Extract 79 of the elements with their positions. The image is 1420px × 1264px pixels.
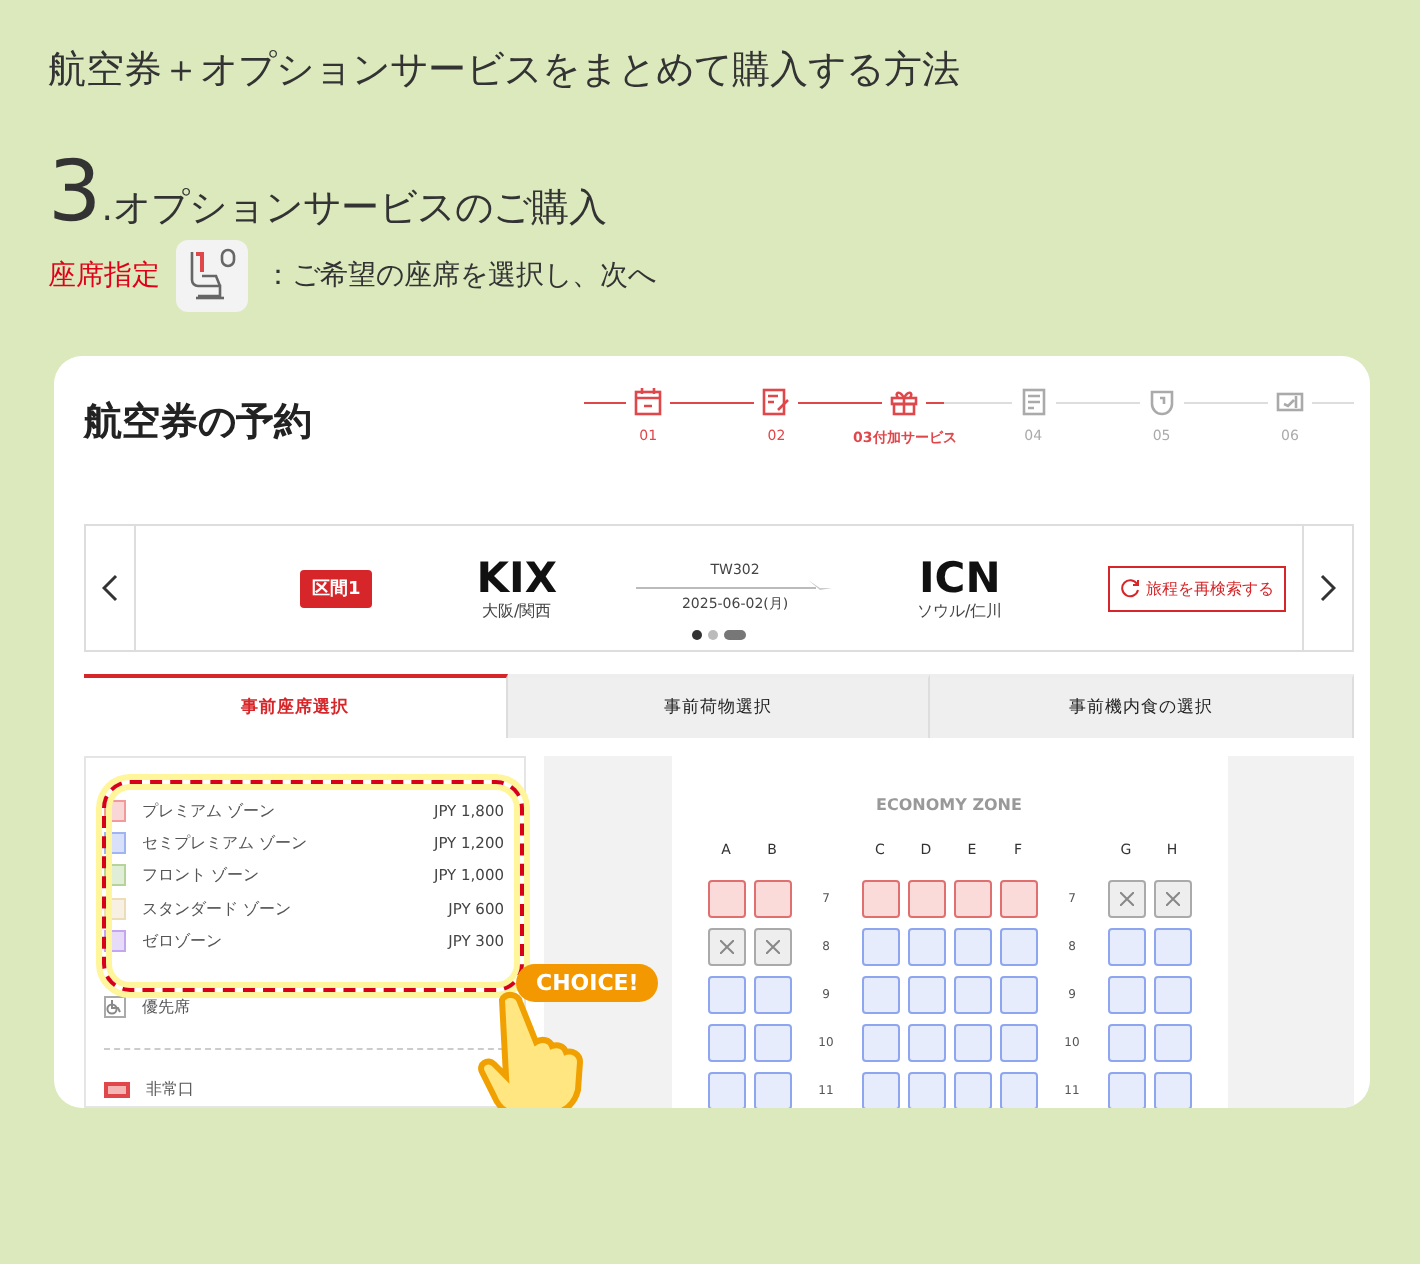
seat[interactable]: [1107, 1024, 1145, 1062]
exit-icon: [104, 1081, 130, 1098]
seat-selection-label: 座席指定: [48, 258, 160, 294]
calendar-icon: [632, 386, 665, 418]
seat[interactable]: [861, 976, 899, 1014]
seat[interactable]: [1153, 976, 1191, 1014]
seat[interactable]: [753, 976, 791, 1014]
choice-callout: CHOICE!: [516, 964, 659, 1002]
city-name: ソウル/仁川: [917, 599, 1003, 621]
tab[interactable]: 事前座席選択: [84, 674, 508, 738]
seat[interactable]: [907, 976, 945, 1014]
page-title: 航空券＋オプションサービスをまとめて購入する方法: [48, 46, 962, 96]
seat[interactable]: [907, 1024, 945, 1062]
seat[interactable]: [753, 1024, 791, 1062]
city-name: 大阪/関西: [482, 599, 552, 621]
seat[interactable]: [1153, 928, 1191, 966]
seat[interactable]: [753, 928, 791, 966]
seat[interactable]: [999, 928, 1037, 966]
seat[interactable]: [907, 1072, 945, 1108]
step-dot: .: [101, 188, 113, 230]
card-title: 航空券の予約: [84, 398, 312, 448]
cross-icon: [1165, 892, 1179, 906]
seat[interactable]: [861, 880, 899, 918]
seat[interactable]: [1153, 1072, 1191, 1108]
legend-name: 優先席: [142, 996, 192, 1019]
seat[interactable]: [953, 928, 991, 966]
seat[interactable]: [953, 880, 991, 918]
cross-icon: [1119, 892, 1133, 906]
seat[interactable]: [753, 880, 791, 918]
step-number: 3: [48, 148, 102, 236]
pager-dots: [692, 630, 746, 640]
zone-name: フロント ゾーン: [142, 864, 262, 887]
zone-name: ゼロゾーン: [142, 929, 224, 952]
seat[interactable]: [707, 880, 745, 918]
seat[interactable]: [953, 1072, 991, 1108]
seat[interactable]: [953, 976, 991, 1014]
zone-title: ECONOMY ZONE: [876, 796, 1022, 814]
refresh-icon: [1120, 578, 1140, 598]
chevron-right-icon: [1320, 574, 1336, 602]
document-icon: [1017, 386, 1050, 418]
seat[interactable]: [861, 1072, 899, 1108]
airport-code: KIX: [476, 555, 558, 599]
seat[interactable]: [999, 976, 1037, 1014]
cross-icon: [719, 940, 733, 954]
zone-name: スタンダード ゾーン: [142, 897, 294, 920]
seat[interactable]: [707, 1072, 745, 1108]
gift-icon: [888, 386, 921, 418]
seat[interactable]: [707, 976, 745, 1014]
seat[interactable]: [999, 1024, 1037, 1062]
chevron-left-icon: [102, 574, 118, 602]
instruction-text: ：ご希望の座席を選択し、次へ: [264, 258, 656, 294]
section-title: オプションサービスのご購入: [112, 184, 607, 234]
seat[interactable]: [907, 880, 945, 918]
zone-name: セミプレミアム ゾーン: [142, 831, 310, 854]
tab[interactable]: 事前荷物選択: [507, 674, 931, 738]
seat[interactable]: [861, 1024, 899, 1062]
seat[interactable]: [907, 928, 945, 966]
legend-name: 非常口: [146, 1078, 196, 1101]
zone-name: プレミアム ゾーン: [142, 799, 278, 822]
seat[interactable]: [1153, 880, 1191, 918]
seat[interactable]: [953, 1024, 991, 1062]
seat[interactable]: [999, 880, 1037, 918]
edit-icon: [760, 386, 793, 418]
tab[interactable]: 事前機内食の選択: [930, 674, 1355, 738]
seat[interactable]: [1153, 1024, 1191, 1062]
seat[interactable]: [861, 928, 899, 966]
airport-code: ICN: [918, 555, 1001, 599]
segment-badge: 区間1: [300, 569, 373, 607]
cross-icon: [765, 940, 779, 954]
seat[interactable]: [1107, 880, 1145, 918]
seat[interactable]: [1107, 976, 1145, 1014]
seat[interactable]: [1107, 1072, 1145, 1108]
wheelchair-icon: [104, 996, 126, 1019]
seat[interactable]: [999, 1072, 1037, 1108]
seat[interactable]: [1107, 928, 1145, 966]
research-button[interactable]: 旅程を再検索する: [1108, 565, 1286, 611]
seat[interactable]: [707, 1024, 745, 1062]
seat[interactable]: [753, 1072, 791, 1108]
seat[interactable]: [707, 928, 745, 966]
